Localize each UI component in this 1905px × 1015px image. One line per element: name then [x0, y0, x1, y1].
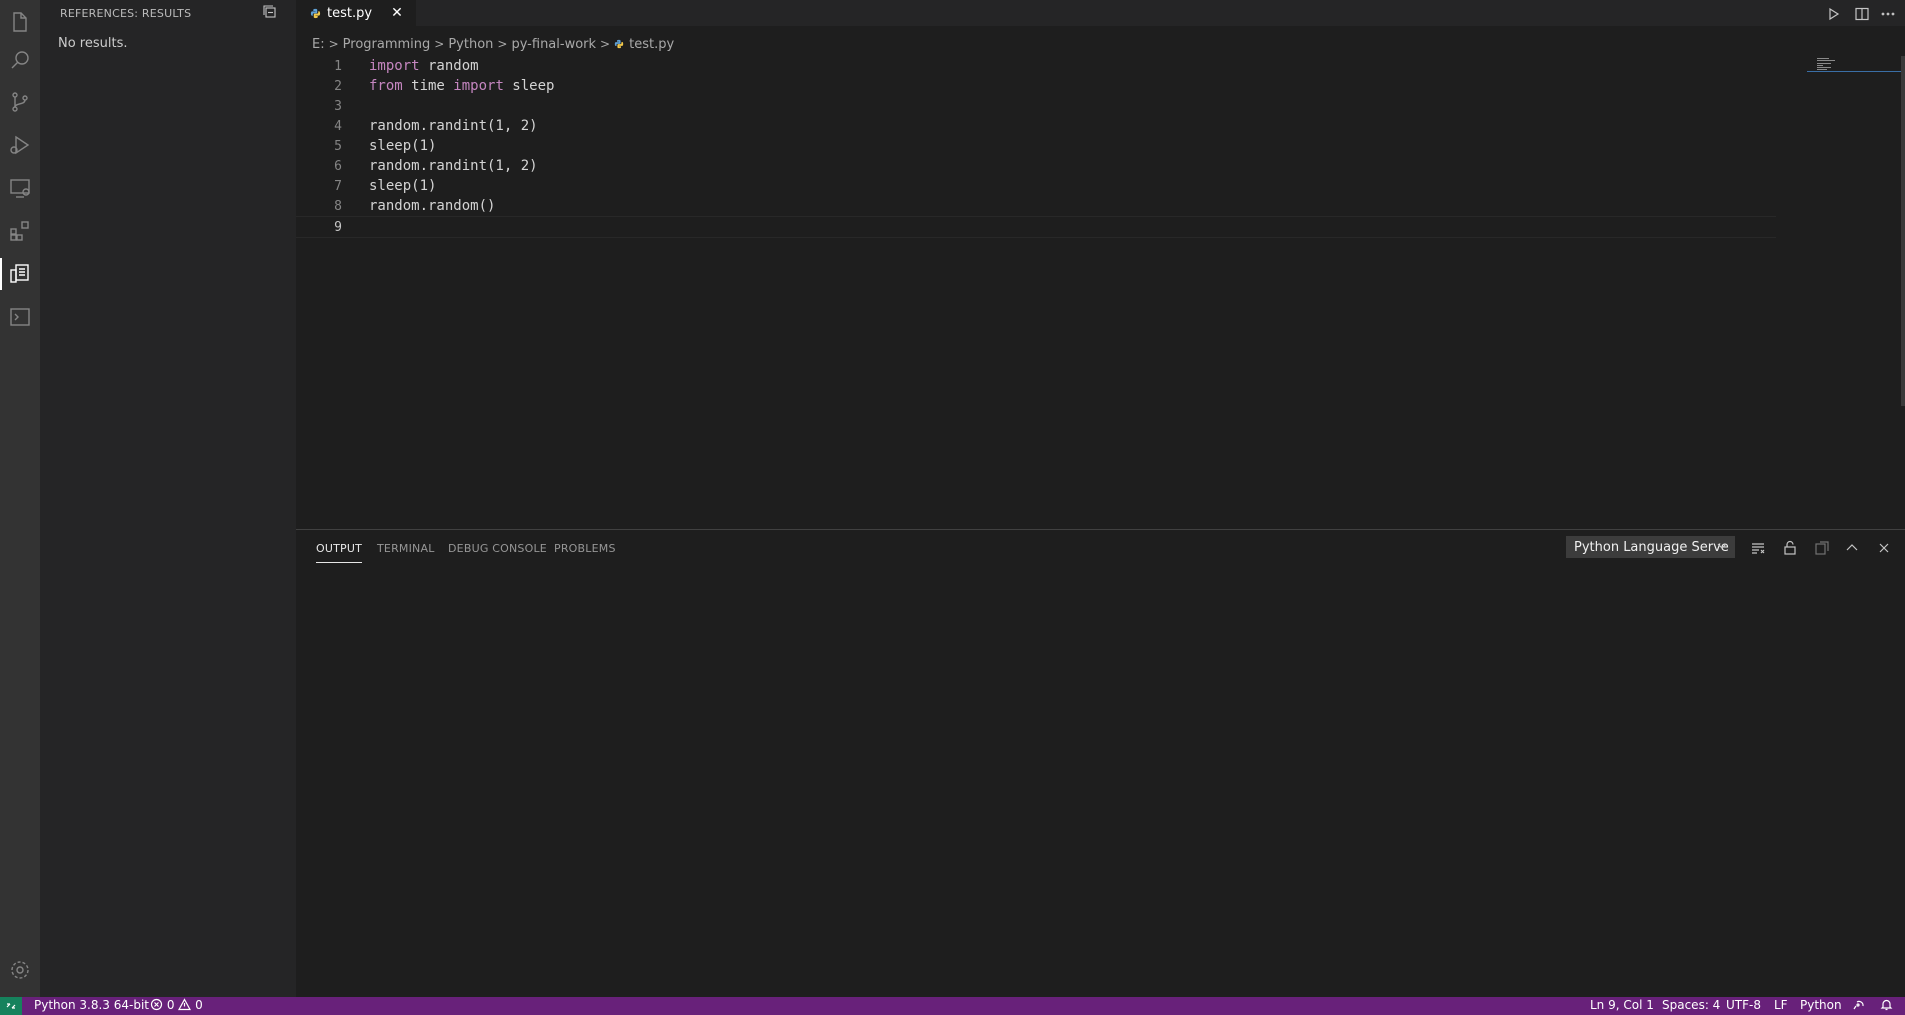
- line-number: 3: [334, 98, 342, 114]
- breadcrumb: E: > Programming > Python > py-final-wor…: [312, 35, 674, 53]
- breadcrumb-python[interactable]: Python: [448, 37, 493, 52]
- bottom-panel: OUTPUT TERMINAL DEBUG CONSOLE PROBLEMS P…: [296, 529, 1905, 998]
- line-number: 4: [334, 118, 342, 134]
- code-token: random.random(): [369, 198, 496, 214]
- errors-count: 0: [166, 998, 175, 1012]
- breadcrumb-programming[interactable]: Programming: [343, 37, 431, 52]
- cursor-position[interactable]: Ln 9, Col 1: [1590, 998, 1654, 1012]
- warnings-count: 0: [195, 998, 203, 1012]
- feedback-icon[interactable]: [1852, 998, 1865, 1012]
- python-file-icon: [614, 39, 624, 49]
- activity-bar: [0, 0, 40, 997]
- code-line[interactable]: 7 sleep(1): [296, 176, 1776, 196]
- more-actions-icon[interactable]: [1878, 4, 1898, 24]
- code-text: import random: [369, 58, 479, 74]
- problems-count[interactable]: 0 0: [150, 998, 203, 1012]
- source-control-icon[interactable]: [0, 80, 40, 124]
- code-editor[interactable]: 1 import random 2 from time import sleep 3 4 r…: [296, 56, 1905, 528]
- code-line[interactable]: 9: [296, 216, 1776, 238]
- tab-test-py[interactable]: test.py ✕: [296, 0, 416, 26]
- breadcrumb-drive[interactable]: E:: [312, 37, 325, 52]
- chevron-right-icon: >: [600, 37, 611, 51]
- terminal-icon[interactable]: [0, 295, 40, 339]
- remote-explorer-icon[interactable]: [0, 166, 40, 210]
- run-icon[interactable]: [1823, 4, 1843, 24]
- clear-output-icon[interactable]: [1748, 538, 1768, 558]
- code-token: random: [419, 58, 479, 74]
- sidebar-title: REFERENCES: RESULTS: [60, 7, 192, 20]
- split-editor-icon[interactable]: [1852, 4, 1872, 24]
- code-text: random.randint(1, 2): [369, 118, 538, 134]
- code-text: sleep(1): [369, 178, 436, 194]
- error-icon: [150, 998, 163, 1012]
- code-line[interactable]: 6 random.randint(1, 2): [296, 156, 1776, 176]
- tab-label: test.py: [327, 5, 373, 21]
- output-channel-select[interactable]: Python Language Serve: [1566, 536, 1735, 558]
- code-token: sleep: [503, 78, 555, 94]
- code-text: sleep(1): [369, 138, 436, 154]
- line-number: 6: [334, 158, 342, 174]
- code-token: random.randint(1, 2): [369, 158, 538, 174]
- tab-output[interactable]: OUTPUT: [316, 542, 363, 563]
- references-sidebar: REFERENCES: RESULTS No results.: [40, 0, 296, 997]
- code-token: random.randint(1, 2): [369, 118, 538, 134]
- file-encoding[interactable]: UTF-8: [1726, 998, 1761, 1012]
- close-tab-icon[interactable]: ✕: [388, 4, 406, 22]
- collapse-all-icon[interactable]: [262, 4, 280, 22]
- warning-icon: [178, 998, 192, 1012]
- line-number: 9: [334, 219, 342, 235]
- line-number: 1: [334, 58, 342, 74]
- no-results-message: No results.: [58, 36, 128, 51]
- tab-problems[interactable]: PROBLEMS: [554, 542, 616, 555]
- output-channel-value: Python Language Serve: [1574, 539, 1729, 555]
- keyword-token: from: [369, 78, 403, 94]
- open-log-icon[interactable]: [1812, 538, 1832, 558]
- status-bar: Python 3.8.3 64-bit 0 0 Ln 9, Col 1 Spac…: [0, 997, 1905, 1015]
- remote-indicator-icon[interactable]: [0, 997, 22, 1015]
- chevron-down-icon: [1717, 543, 1727, 549]
- run-debug-icon[interactable]: [0, 123, 40, 167]
- lock-scroll-icon[interactable]: [1780, 538, 1800, 558]
- code-line[interactable]: 4 random.randint(1, 2): [296, 116, 1776, 136]
- code-text: random.random(): [369, 198, 495, 214]
- code-line[interactable]: 2 from time import sleep: [296, 76, 1776, 96]
- editor-tab-bar: test.py ✕: [296, 0, 1905, 26]
- python-file-icon: [310, 8, 321, 18]
- settings-gear-icon[interactable]: [0, 948, 40, 992]
- close-panel-icon[interactable]: [1874, 538, 1894, 558]
- code-line[interactable]: 5 sleep(1): [296, 136, 1776, 156]
- chevron-right-icon: >: [434, 37, 445, 51]
- code-text: random.randint(1, 2): [369, 158, 538, 174]
- keyword-token: import: [369, 58, 420, 74]
- code-token: sleep(1): [369, 178, 437, 194]
- editor-scrollbar[interactable]: [1901, 56, 1905, 406]
- code-line[interactable]: 1 import random: [296, 56, 1776, 76]
- code-token: sleep(1): [369, 138, 437, 154]
- language-mode[interactable]: Python: [1800, 998, 1842, 1012]
- minimap[interactable]: [1807, 56, 1901, 76]
- chevron-right-icon: >: [497, 37, 508, 51]
- line-number: 8: [334, 198, 342, 214]
- line-number: 5: [334, 138, 342, 154]
- references-icon[interactable]: [0, 252, 40, 296]
- end-of-line[interactable]: LF: [1774, 998, 1788, 1012]
- indentation[interactable]: Spaces: 4: [1662, 998, 1720, 1012]
- line-number: 7: [334, 178, 342, 194]
- tab-terminal[interactable]: TERMINAL: [377, 542, 435, 555]
- code-line[interactable]: 8 random.random(): [296, 196, 1776, 216]
- code-text: from time import sleep: [369, 78, 554, 94]
- breadcrumb-file[interactable]: test.py: [629, 37, 674, 52]
- maximize-panel-icon[interactable]: [1842, 538, 1862, 558]
- keyword-token: import: [453, 78, 504, 94]
- chevron-right-icon: >: [328, 37, 339, 51]
- tab-debug-console[interactable]: DEBUG CONSOLE: [448, 542, 547, 555]
- breadcrumb-py-final-work[interactable]: py-final-work: [511, 37, 596, 52]
- extensions-icon[interactable]: [0, 209, 40, 253]
- notifications-bell-icon[interactable]: [1880, 998, 1893, 1012]
- search-icon[interactable]: [0, 38, 40, 82]
- python-interpreter[interactable]: Python 3.8.3 64-bit: [34, 998, 149, 1012]
- code-line[interactable]: 3: [296, 96, 1776, 116]
- code-token: time: [402, 78, 454, 94]
- line-number: 2: [334, 78, 342, 94]
